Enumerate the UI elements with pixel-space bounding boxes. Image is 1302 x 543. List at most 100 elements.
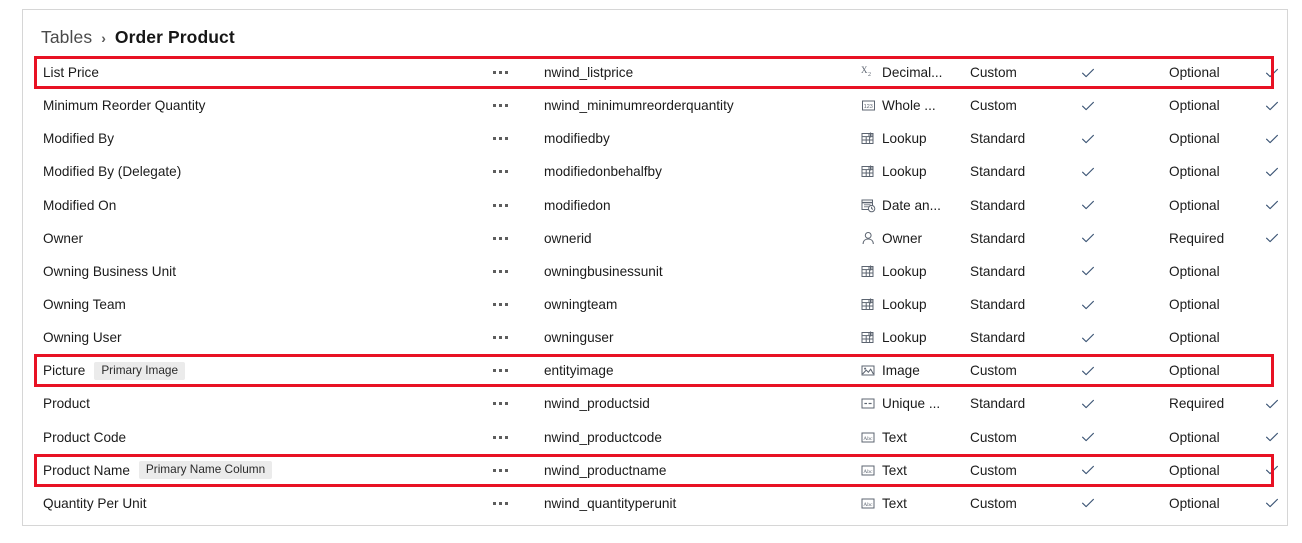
cell-requirement: Optional (1169, 164, 1220, 180)
data-type-label: Text (882, 495, 907, 511)
cell-trailing-check (1255, 66, 1287, 80)
cell-requirement: Optional (1169, 197, 1220, 213)
cell-searchable-check (1065, 99, 1111, 113)
cell-logical-name: owningteam (544, 297, 618, 313)
cell-display-name[interactable]: Minimum Reorder Quantity (43, 98, 483, 113)
checkmark-icon (1265, 397, 1279, 411)
checkmark-icon (1081, 231, 1095, 245)
table-row[interactable]: Modified On modifiedon Date an... Standard O… (23, 189, 1287, 222)
date-time-icon (861, 198, 876, 213)
table-row[interactable]: Picture Primary Image entityimage Image Cust… (23, 354, 1287, 387)
cell-display-name[interactable]: Modified By (43, 131, 483, 146)
cell-custom-standard: Standard (970, 131, 1026, 147)
row-overflow-menu-icon[interactable] (493, 236, 527, 240)
cell-display-name[interactable]: List Price (43, 65, 483, 80)
row-overflow-menu-icon[interactable] (493, 336, 527, 340)
checkmark-icon (1081, 430, 1095, 444)
table-row[interactable]: Product Code nwind_productcode Abc Text Cust… (23, 421, 1287, 454)
table-row[interactable]: Product Name Primary Name Column nwind_pro… (23, 454, 1287, 487)
cell-custom-standard: Custom (970, 98, 1017, 114)
table-row[interactable]: Owning Team owningteam Lookup Standard Optio… (23, 288, 1287, 321)
row-overflow-menu-icon[interactable] (493, 369, 527, 373)
checkmark-icon (1081, 264, 1095, 278)
cell-custom-standard: Standard (970, 230, 1026, 246)
cell-trailing-check (1255, 198, 1287, 212)
cell-display-name[interactable]: Owning Team (43, 297, 483, 312)
table-row[interactable]: Modified By (Delegate) modifiedonbehalfby… (23, 155, 1287, 188)
row-overflow-menu-icon[interactable] (493, 104, 527, 108)
cell-searchable-check (1065, 364, 1111, 378)
cell-data-type: Lookup (861, 330, 966, 345)
table-row[interactable]: Modified By modifiedby Lookup Standard Optio… (23, 122, 1287, 155)
cell-display-name[interactable]: Owner (43, 231, 483, 246)
row-overflow-menu-icon[interactable] (493, 303, 527, 307)
cell-custom-standard: Standard (970, 197, 1026, 213)
cell-display-name[interactable]: Product Name Primary Name Column (43, 461, 483, 480)
table-row[interactable]: Owner ownerid Owner Standard Required (23, 222, 1287, 255)
cell-display-name[interactable]: Quantity Per Unit (43, 496, 483, 511)
checkmark-icon (1081, 132, 1095, 146)
table-row[interactable]: Product nwind_productsid Unique ... Standar… (23, 387, 1287, 420)
cell-data-type: Image (861, 363, 966, 378)
table-row[interactable]: Owning User owninguser Lookup Standard Optio… (23, 321, 1287, 354)
svg-text:Abc: Abc (863, 502, 873, 508)
table-row[interactable]: Quantity Per Unit nwind_quantityperunit Ab… (23, 487, 1287, 520)
display-name-text: Product Name (43, 462, 130, 478)
cell-data-type: Abc Text (861, 496, 966, 511)
cell-custom-standard: Custom (970, 429, 1017, 445)
cell-requirement: Optional (1169, 263, 1220, 279)
row-overflow-menu-icon[interactable] (493, 71, 527, 75)
tables-detail-panel: Tables › Order Product List Price nwind_l… (22, 9, 1288, 526)
display-name-text: Minimum Reorder Quantity (43, 98, 206, 114)
row-overflow-menu-icon[interactable] (493, 402, 527, 406)
row-overflow-menu-icon[interactable] (493, 170, 527, 174)
row-overflow-menu-icon[interactable] (493, 203, 527, 207)
row-overflow-menu-icon[interactable] (493, 137, 527, 141)
cell-data-type: X 2 Decimal... (861, 65, 966, 80)
cell-searchable-check (1065, 331, 1111, 345)
cell-display-name[interactable]: Product Code (43, 430, 483, 445)
data-type-label: Date an... (882, 197, 941, 213)
cell-searchable-check (1065, 397, 1111, 411)
breadcrumb-separator-icon: › (101, 30, 106, 46)
lookup-icon (861, 264, 876, 279)
lookup-icon (861, 131, 876, 146)
status-badge: Primary Name Column (138, 461, 273, 480)
cell-display-name[interactable]: Modified By (Delegate) (43, 164, 483, 179)
cell-trailing-check (1255, 231, 1287, 245)
table-row[interactable]: Minimum Reorder Quantity nwind_minimumreo… (23, 89, 1287, 122)
cell-display-name[interactable]: Owning User (43, 330, 483, 345)
cell-display-name[interactable]: Modified On (43, 198, 483, 213)
checkmark-icon (1265, 99, 1279, 113)
cell-logical-name: nwind_quantityperunit (544, 495, 677, 511)
table-row[interactable]: List Price nwind_listprice X 2 Decimal... Cus… (23, 56, 1287, 89)
cell-requirement: Optional (1169, 65, 1220, 81)
cell-custom-standard: Standard (970, 263, 1026, 279)
unique-identifier-icon (861, 396, 876, 411)
row-overflow-menu-icon[interactable] (493, 269, 527, 273)
cell-searchable-check (1065, 231, 1111, 245)
row-overflow-menu-icon[interactable] (493, 435, 527, 439)
display-name-text: Modified By (Delegate) (43, 164, 182, 180)
cell-display-name[interactable]: Owning Business Unit (43, 264, 483, 279)
checkmark-icon (1265, 430, 1279, 444)
data-type-label: Text (882, 462, 907, 478)
cell-logical-name: nwind_productsid (544, 396, 650, 412)
table-row[interactable]: Owning Business Unit owningbusinessunit Lo… (23, 255, 1287, 288)
cell-logical-name: owningbusinessunit (544, 263, 663, 279)
cell-trailing-check (1255, 430, 1287, 444)
cell-data-type: Abc Text (861, 463, 966, 478)
display-name-text: Owner (43, 230, 84, 246)
cell-requirement: Optional (1169, 131, 1220, 147)
cell-trailing-check (1255, 132, 1287, 146)
cell-display-name[interactable]: Product (43, 396, 483, 411)
decimal-icon: X2 (861, 65, 876, 80)
breadcrumb-parent-tables[interactable]: Tables (41, 27, 92, 48)
cell-logical-name: owninguser (544, 330, 614, 346)
row-overflow-menu-icon[interactable] (493, 501, 527, 505)
display-name-text: Product Code (43, 429, 127, 445)
row-overflow-menu-icon[interactable] (493, 468, 527, 472)
svg-text:Abc: Abc (863, 436, 873, 442)
cell-display-name[interactable]: Picture Primary Image (43, 361, 483, 380)
text-icon: Abc (861, 430, 876, 445)
